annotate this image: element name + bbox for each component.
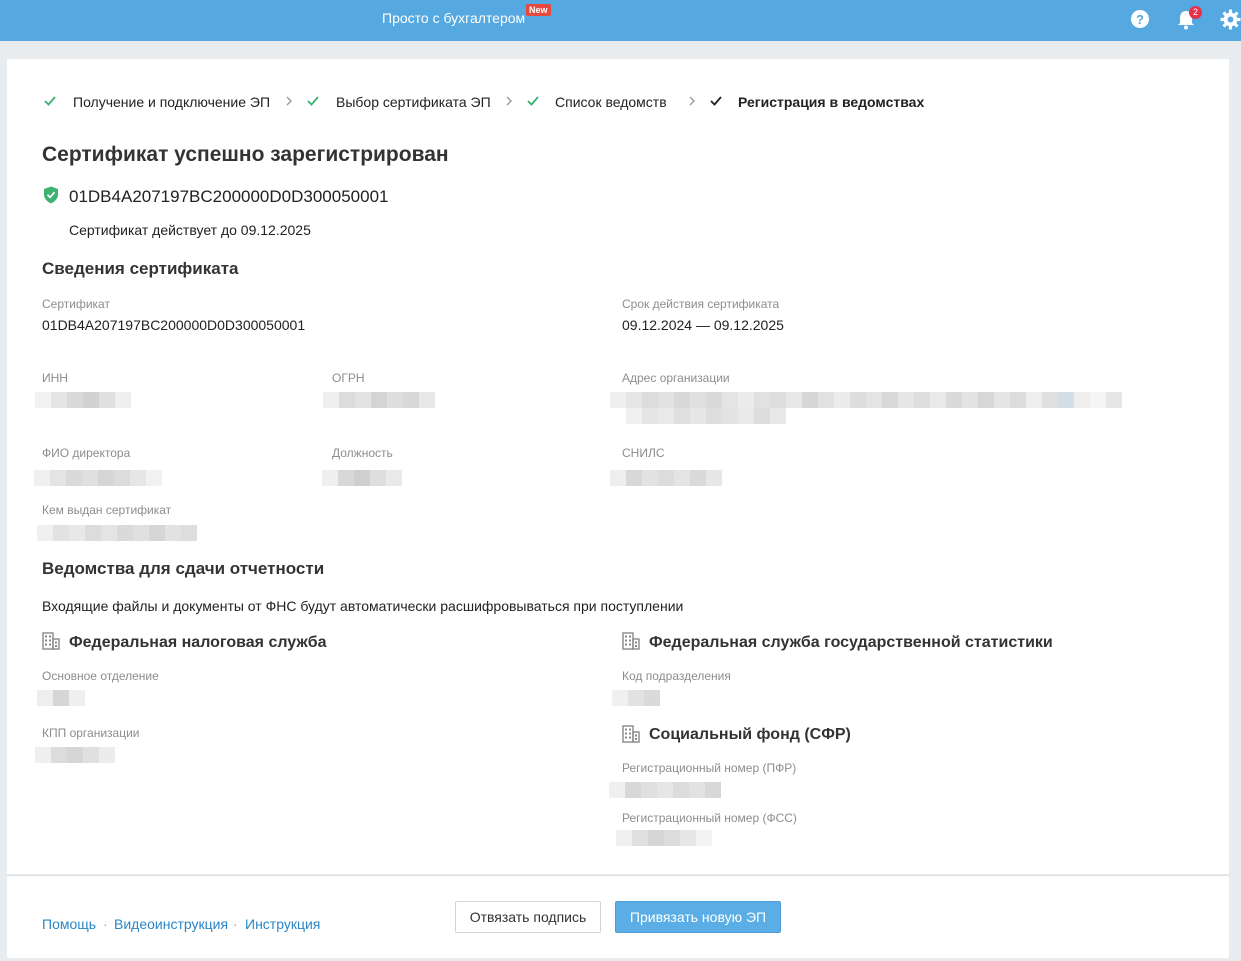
video-instruction-link[interactable]: Видеоинструкция: [114, 916, 228, 932]
help-icon[interactable]: ?: [1130, 9, 1150, 34]
director-label: ФИО директора: [42, 446, 131, 460]
sfr-fss-label: Регистрационный номер (ФСС): [622, 811, 797, 825]
agencies-heading: Ведомства для сдачи отчетности: [42, 559, 325, 578]
address-value-line2-redacted: [626, 408, 786, 424]
issuer-label: Кем выдан сертификат: [42, 503, 172, 517]
director-value-redacted: [34, 470, 162, 486]
sfr-pfr-redacted: [609, 782, 721, 798]
unbind-signature-button[interactable]: Отвязать подпись: [455, 901, 601, 933]
position-value-redacted: [322, 470, 402, 486]
validity-value: 09.12.2024 — 09.12.2025: [622, 317, 784, 333]
position-label: Должность: [332, 446, 393, 460]
validity-label: Срок действия сертификата: [622, 297, 780, 311]
check-icon: [307, 94, 319, 113]
sfr-fss-redacted: [616, 830, 712, 846]
step-4-current: Регистрация в ведомствах: [738, 94, 925, 110]
cert-value: 01DB4A207197BC200000D0D300050001: [42, 317, 306, 333]
step-3[interactable]: Список ведомств: [555, 94, 667, 110]
notification-count-badge: 2: [1189, 6, 1202, 19]
ogrn-label: ОГРН: [332, 371, 365, 385]
address-label: Адрес организации: [622, 371, 730, 385]
building-icon: [622, 632, 640, 655]
step-1[interactable]: Получение и подключение ЭП: [73, 94, 270, 110]
cert-number: 01DB4A207197BC200000D0D300050001: [69, 187, 389, 206]
sfr-title: Социальный фонд (СФР): [649, 726, 851, 743]
inn-label: ИНН: [42, 371, 68, 385]
chevron-right-icon: [505, 94, 513, 113]
cert-valid-until: Сертификат действует до 09.12.2025: [69, 222, 311, 238]
check-icon: [710, 94, 722, 113]
instruction-link[interactable]: Инструкция: [245, 916, 320, 932]
check-icon: [527, 94, 539, 113]
fns-main-branch-label: Основное отделение: [42, 669, 159, 683]
issuer-value-redacted: [37, 525, 197, 541]
building-icon: [42, 632, 60, 655]
rosstat-code-redacted: [612, 690, 660, 706]
cert-label: Сертификат: [42, 297, 110, 311]
address-value-redacted: [610, 392, 1122, 408]
fns-kpp-redacted: [35, 747, 115, 763]
gear-icon[interactable]: [1220, 9, 1241, 35]
footer-bar: Помощь · Видеоинструкция · Инструкция От…: [7, 875, 1229, 958]
inn-value-redacted: [35, 392, 131, 408]
new-badge: New: [526, 4, 551, 16]
bind-new-signature-button[interactable]: Привязать новую ЭП: [615, 901, 781, 933]
brand-title[interactable]: Просто с бухгалтером: [382, 10, 525, 26]
step-2[interactable]: Выбор сертификата ЭП: [336, 94, 491, 110]
fns-kpp-label: КПП организации: [42, 726, 140, 740]
sfr-pfr-label: Регистрационный номер (ПФР): [622, 761, 797, 775]
link-separator: ·: [103, 916, 108, 932]
link-separator: ·: [233, 916, 238, 932]
details-heading: Сведения сертификата: [42, 259, 239, 278]
snils-label: СНИЛС: [622, 446, 665, 460]
snils-value-redacted: [610, 470, 722, 486]
main-card: Получение и подключение ЭП Выбор сертифи…: [7, 59, 1229, 874]
agencies-note: Входящие файлы и документы от ФНС будут …: [42, 598, 684, 614]
ogrn-value-redacted: [323, 392, 435, 408]
shield-check-icon: [43, 186, 59, 209]
fns-main-branch-redacted: [37, 690, 85, 706]
help-link[interactable]: Помощь: [42, 916, 96, 932]
svg-text:?: ?: [1136, 12, 1144, 27]
building-icon: [622, 725, 640, 748]
rosstat-code-label: Код подразделения: [622, 669, 731, 683]
rosstat-title: Федеральная служба государственной стати…: [649, 634, 1053, 651]
fns-title: Федеральная налоговая служба: [69, 634, 327, 651]
chevron-right-icon: [688, 94, 696, 113]
page-title: Сертификат успешно зарегистрирован: [42, 143, 449, 166]
chevron-right-icon: [285, 94, 293, 113]
check-icon: [44, 94, 56, 113]
top-bar: Просто с бухгалтером New ? 2: [0, 0, 1241, 41]
